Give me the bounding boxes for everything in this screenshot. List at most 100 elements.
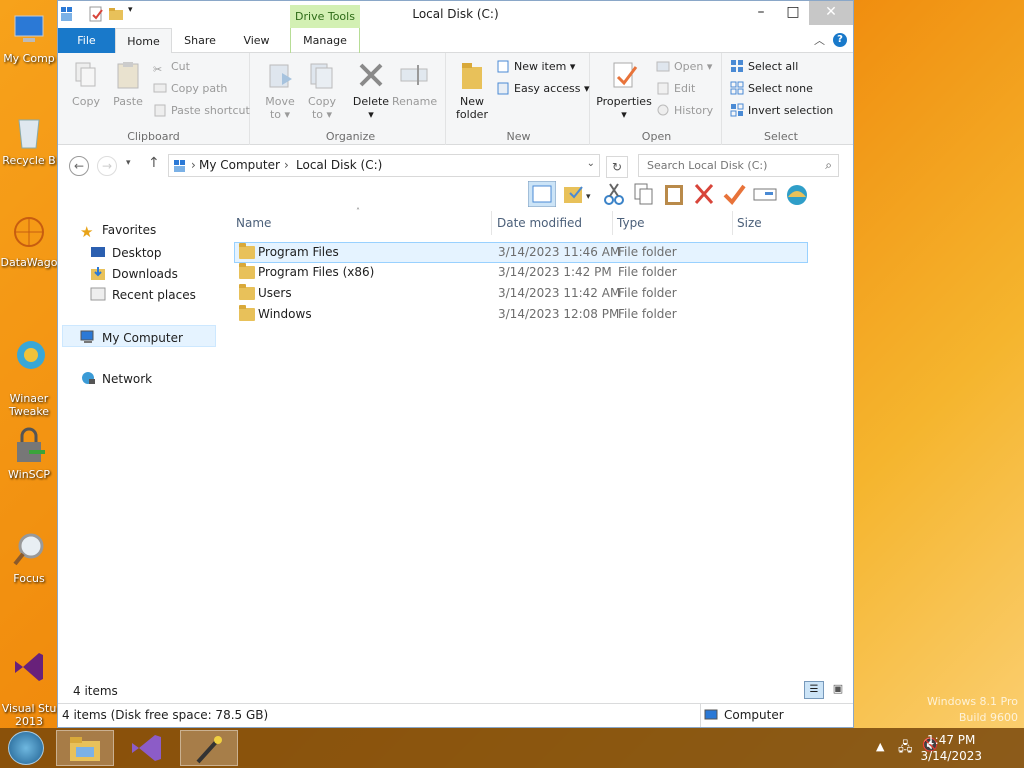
desktop-icon-winaero[interactable]: Winaer Tweake [0,324,58,418]
open-button[interactable]: Open ▾ [656,57,712,77]
rename-button[interactable]: Rename [392,59,437,108]
nav-downloads[interactable]: Downloads [90,265,178,281]
edit-button[interactable]: Edit [656,79,695,99]
nav-recent-places[interactable]: Recent places [90,286,196,302]
column-header-name[interactable]: Name [232,211,492,235]
desktop-icon-datawagon[interactable]: DataWago [0,214,58,269]
forward-button[interactable]: → [97,156,117,176]
folder-icon [239,243,255,259]
cut-toolbar-icon[interactable] [602,181,626,207]
tab-file[interactable]: File [58,28,115,53]
tab-share[interactable]: Share [172,28,228,53]
search-input[interactable] [639,155,809,176]
group-label-organize: Organize [325,130,376,143]
nav-network[interactable]: Network [80,370,152,386]
show-hidden-icons-icon[interactable]: ▲ [876,740,884,753]
move-to-button[interactable]: Move to ▾ [258,59,302,121]
new-folder-icon [462,63,482,89]
details-view-icon[interactable]: ☰ [804,681,824,699]
title-bar[interactable]: ▾ Local Disk (C:) Drive Tools – □ ✕ [58,1,853,28]
open-icon [656,61,670,72]
column-header-date-modified[interactable]: Date modified [493,211,613,235]
copy-path-icon [153,83,167,93]
layout-pane-icon[interactable] [528,181,556,207]
paste-shortcut-button[interactable]: Paste shortcut [153,101,250,121]
file-date: 3/14/2023 11:42 AM [498,286,621,300]
show-desktop-button[interactable] [1014,728,1024,768]
file-row[interactable]: Windows 3/14/2023 12:08 PM File folder [234,305,808,326]
system-clock[interactable]: 1:47 PM 3/14/2023 [920,732,982,764]
search-icon[interactable]: ⌕ [825,158,832,173]
shell-globe-icon[interactable] [784,181,810,207]
status-divider [700,704,701,727]
maximize-button[interactable]: □ [777,1,809,25]
tab-view[interactable]: View [228,28,285,53]
start-button[interactable] [8,731,44,765]
breadcrumb-my-computer[interactable]: My Computer [199,158,280,172]
refresh-icon[interactable]: ↻ [606,156,628,178]
up-arrow-icon[interactable]: ↑ [148,155,160,171]
rename-toolbar-icon[interactable] [752,181,778,207]
nav-favorites[interactable]: ★ Favorites [80,223,156,241]
cut-button[interactable]: ✂ Cut [153,57,190,77]
item-count: 4 items [73,684,118,698]
large-icons-view-icon[interactable]: ▣ [828,681,848,699]
minimize-button[interactable]: – [745,1,777,25]
desktop-icon-visual-studio[interactable]: Visual Stu 2013 [0,634,58,728]
tab-home[interactable]: Home [115,28,172,53]
close-button[interactable]: ✕ [809,1,853,25]
select-all-button[interactable]: Select all [730,57,798,77]
winaero-tweaker-icon [17,341,45,369]
copy-toolbar-icon[interactable] [632,181,656,207]
group-label-new: New [506,130,531,143]
network-tray-icon[interactable]: 🖧 [898,738,913,760]
recent-places-icon [90,287,106,301]
desktop-icon-focus[interactable]: Focus [0,530,58,585]
invert-selection-icon [730,103,744,117]
file-row[interactable]: Program Files 3/14/2023 11:46 AM File fo… [234,242,808,263]
folder-options-icon[interactable]: ▾ [562,181,596,207]
desktop-icon-my-computer[interactable]: My Comp [0,10,58,65]
search-box: ⌕ [638,154,839,177]
column-header-size[interactable]: Size [733,211,823,235]
properties-button[interactable]: Properties ▾ [596,59,652,121]
ribbon-tabs: File Home Share View Manage ︿ ? [58,28,853,53]
properties-toolbar-icon[interactable] [722,181,746,207]
history-icon [657,104,669,116]
breadcrumb-local-disk[interactable]: Local Disk (C:) [296,158,382,172]
nav-my-computer[interactable]: My Computer [62,325,216,347]
help-icon[interactable]: ? [833,33,847,47]
copy-path-button[interactable]: Copy path [153,79,227,99]
collapse-ribbon-icon[interactable]: ︿ [814,32,825,48]
taskbar-file-explorer[interactable] [56,730,114,766]
file-row[interactable]: Program Files (x86) 3/14/2023 1:42 PM Fi… [234,263,808,284]
taskbar-wizard-app[interactable] [180,730,238,766]
select-none-button[interactable]: Select none [730,79,813,99]
invert-selection-button[interactable]: Invert selection [730,101,833,121]
paste-button[interactable]: Paste [106,59,150,108]
history-button[interactable]: History [656,101,713,121]
delete-button[interactable]: Delete ▾ [349,59,393,121]
taskbar-visual-studio[interactable] [118,730,176,766]
select-all-icon [731,60,743,72]
tab-manage[interactable]: Manage [290,28,360,53]
copy-to-button[interactable]: Copy to ▾ [300,59,344,121]
desktop-icon-recycle-bin[interactable]: Recycle B [0,112,58,167]
column-header-type[interactable]: Type [613,211,733,235]
scissors-icon: ✂ [153,63,163,76]
new-item-button[interactable]: New item ▾ [496,57,575,77]
copy-button[interactable]: Copy [64,59,108,108]
delete-toolbar-icon[interactable] [692,181,716,207]
file-row[interactable]: Users 3/14/2023 11:42 AM File folder [234,284,808,305]
new-folder-button[interactable]: New folder [450,59,494,121]
svg-text:▾: ▾ [586,192,591,202]
computer-icon [80,330,94,343]
address-bar[interactable]: › My Computer › Local Disk (C:) ⌄ [168,154,600,177]
recent-locations-icon[interactable]: ▾ [126,158,131,168]
desktop-icon-winscp[interactable]: WinSCP [0,426,58,481]
address-dropdown-icon[interactable]: ⌄ [587,158,595,169]
back-button[interactable]: ← [69,156,89,176]
nav-desktop[interactable]: Desktop [90,244,162,260]
easy-access-button[interactable]: Easy access ▾ [496,79,590,99]
paste-toolbar-icon[interactable] [662,181,686,207]
